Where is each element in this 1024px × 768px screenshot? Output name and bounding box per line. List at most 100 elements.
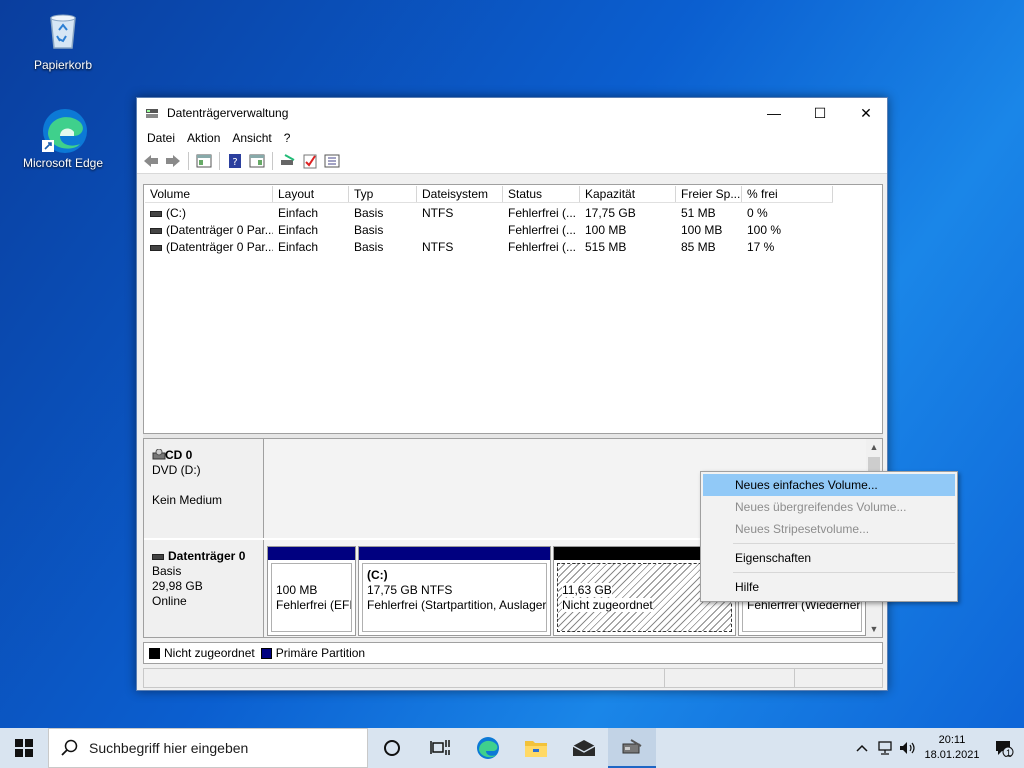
desktop-icon-recycle-bin[interactable]: Papierkorb: [18, 8, 108, 72]
cell-filesystem: [417, 222, 503, 239]
arrow-right-icon: [166, 154, 180, 167]
settings-list-button[interactable]: [322, 151, 342, 171]
column-header-layout[interactable]: Layout: [273, 186, 349, 202]
partition-status: Fehlerfrei (EFI-: [276, 598, 352, 612]
table-row[interactable]: (C:) Einfach Basis NTFS Fehlerfrei (... …: [145, 205, 833, 222]
table-row[interactable]: (Datenträger 0 Par... Einfach Basis NTFS…: [145, 239, 833, 256]
disk-name: Datenträger 0: [168, 549, 246, 563]
menu-item-properties[interactable]: Eigenschaften: [703, 547, 955, 569]
column-header-type[interactable]: Typ: [349, 186, 417, 202]
menu-item-new-simple-volume[interactable]: Neues einfaches Volume...: [703, 474, 955, 496]
context-menu: Neues einfaches Volume... Neues übergrei…: [700, 471, 958, 602]
menu-separator: [733, 543, 955, 544]
drive-icon: [150, 210, 162, 217]
toolbar: ?: [137, 148, 887, 174]
close-icon: ✕: [860, 104, 872, 121]
show-hidden-icons-button[interactable]: [850, 728, 874, 768]
folder-icon: [525, 741, 547, 757]
system-tray: 20:11 18.01.2021 1: [850, 728, 1024, 768]
taskbar-disk-management-button[interactable]: [608, 728, 656, 768]
cell-volume: (Datenträger 0 Par...: [145, 239, 273, 256]
cell-percent-free: 17 %: [747, 240, 775, 254]
cell-volume-text: (Datenträger 0 Par...: [166, 240, 273, 254]
cell-volume: (Datenträger 0 Par...: [145, 222, 273, 239]
minimize-button[interactable]: —: [751, 98, 797, 128]
cell-type: Basis: [354, 240, 384, 254]
desktop-icon-edge[interactable]: Microsoft Edge: [18, 106, 108, 170]
cell-status: Fehlerfrei (...: [508, 240, 577, 254]
task-view-button[interactable]: [416, 728, 464, 768]
connect-disk-button[interactable]: [278, 151, 298, 171]
clock-time: 20:11: [938, 734, 966, 746]
notifications-button[interactable]: 1: [984, 728, 1024, 768]
menu-bar: Datei Aktion Ansicht ?: [137, 128, 887, 148]
show-hide-tree-button[interactable]: [194, 151, 214, 171]
task-view-icon: [430, 740, 450, 755]
taskbar-search-box[interactable]: Suchbegriff hier eingeben: [48, 728, 368, 768]
partition-c[interactable]: (C:) 17,75 GB NTFS Fehlerfrei (Startpart…: [358, 546, 551, 636]
volume-button[interactable]: [896, 728, 920, 768]
network-button[interactable]: [874, 728, 896, 768]
properties-button[interactable]: [300, 151, 320, 171]
status-bar-pane: [664, 669, 794, 687]
mail-icon: [572, 740, 596, 756]
partition-efi[interactable]: 100 MB Fehlerfrei (EFI-: [267, 546, 356, 636]
column-header-filesystem[interactable]: Dateisystem: [417, 186, 503, 202]
help-button[interactable]: ?: [225, 151, 245, 171]
menu-help[interactable]: ?: [278, 131, 297, 145]
menu-item-new-striped-volume[interactable]: Neues Stripesetvolume...: [703, 518, 955, 540]
cell-filesystem: NTFS: [422, 240, 454, 254]
column-header-capacity[interactable]: Kapazität: [580, 186, 676, 202]
action-pane-button[interactable]: [247, 151, 267, 171]
taskbar-edge-button[interactable]: [464, 728, 512, 768]
scroll-down-arrow-icon[interactable]: ▼: [866, 621, 882, 637]
taskbar-explorer-button[interactable]: [512, 728, 560, 768]
desktop-icon-label: Microsoft Edge: [22, 156, 104, 170]
column-header-percent-free[interactable]: % frei: [742, 186, 833, 202]
disk-label-disk0[interactable]: Datenträger 0 Basis 29,98 GB Online: [144, 540, 264, 637]
menu-file[interactable]: Datei: [141, 131, 181, 145]
maximize-button[interactable]: ☐: [797, 98, 843, 128]
partition-bar-primary: [359, 547, 550, 560]
search-icon: [61, 739, 78, 756]
disk-label-cd0[interactable]: CD 0 DVD (D:) Kein Medium: [144, 439, 264, 538]
taskbar: Suchbegriff hier eingeben 20:11 18.01.20…: [0, 728, 1024, 768]
speaker-icon: [900, 742, 915, 754]
menu-action[interactable]: Aktion: [181, 131, 226, 145]
cell-type: Basis: [354, 206, 384, 220]
partition-size: 100 MB: [276, 583, 318, 597]
back-button[interactable]: [141, 151, 161, 171]
clock[interactable]: 20:11 18.01.2021: [920, 733, 984, 763]
cell-percent-free: 0 %: [747, 206, 768, 220]
start-button[interactable]: [0, 728, 48, 768]
search-placeholder: Suchbegriff hier eingeben: [89, 740, 249, 756]
disk-name: CD 0: [165, 448, 193, 462]
disk-type: DVD (D:): [152, 463, 201, 477]
status-bar: [143, 668, 883, 688]
menu-item-help[interactable]: Hilfe: [703, 576, 955, 598]
table-row[interactable]: (Datenträger 0 Par... Einfach Basis Fehl…: [145, 222, 833, 239]
close-button[interactable]: ✕: [843, 98, 889, 128]
desktop-icon-label: Papierkorb: [33, 58, 93, 72]
cell-free-space: 51 MB: [681, 206, 716, 220]
cell-type: Basis: [354, 223, 384, 237]
menu-view[interactable]: Ansicht: [226, 131, 277, 145]
column-header-status[interactable]: Status: [503, 186, 580, 202]
windows-logo-icon: [15, 739, 33, 757]
menu-separator: [733, 572, 955, 573]
column-header-volume[interactable]: Volume: [145, 186, 273, 202]
column-header-free-space[interactable]: Freier Sp...: [676, 186, 742, 202]
taskbar-mail-button[interactable]: [560, 728, 608, 768]
forward-button[interactable]: [163, 151, 183, 171]
partition-size: 17,75 GB NTFS: [367, 583, 453, 597]
cell-layout: Einfach: [278, 240, 319, 254]
menu-item-new-spanned-volume[interactable]: Neues übergreifendes Volume...: [703, 496, 955, 518]
title-bar[interactable]: Datenträgerverwaltung — ☐ ✕: [137, 98, 887, 128]
scroll-up-arrow-icon[interactable]: ▲: [866, 439, 882, 455]
partition-status: Nicht zugeordnet: [562, 598, 653, 612]
volume-list: Volume Layout Typ Dateisystem Status Kap…: [143, 184, 883, 434]
status-bar-pane: [794, 669, 882, 687]
disk-size: 29,98 GB: [152, 579, 203, 593]
cortana-button[interactable]: [368, 728, 416, 768]
legend-label-unallocated: Nicht zugeordnet: [164, 646, 255, 660]
